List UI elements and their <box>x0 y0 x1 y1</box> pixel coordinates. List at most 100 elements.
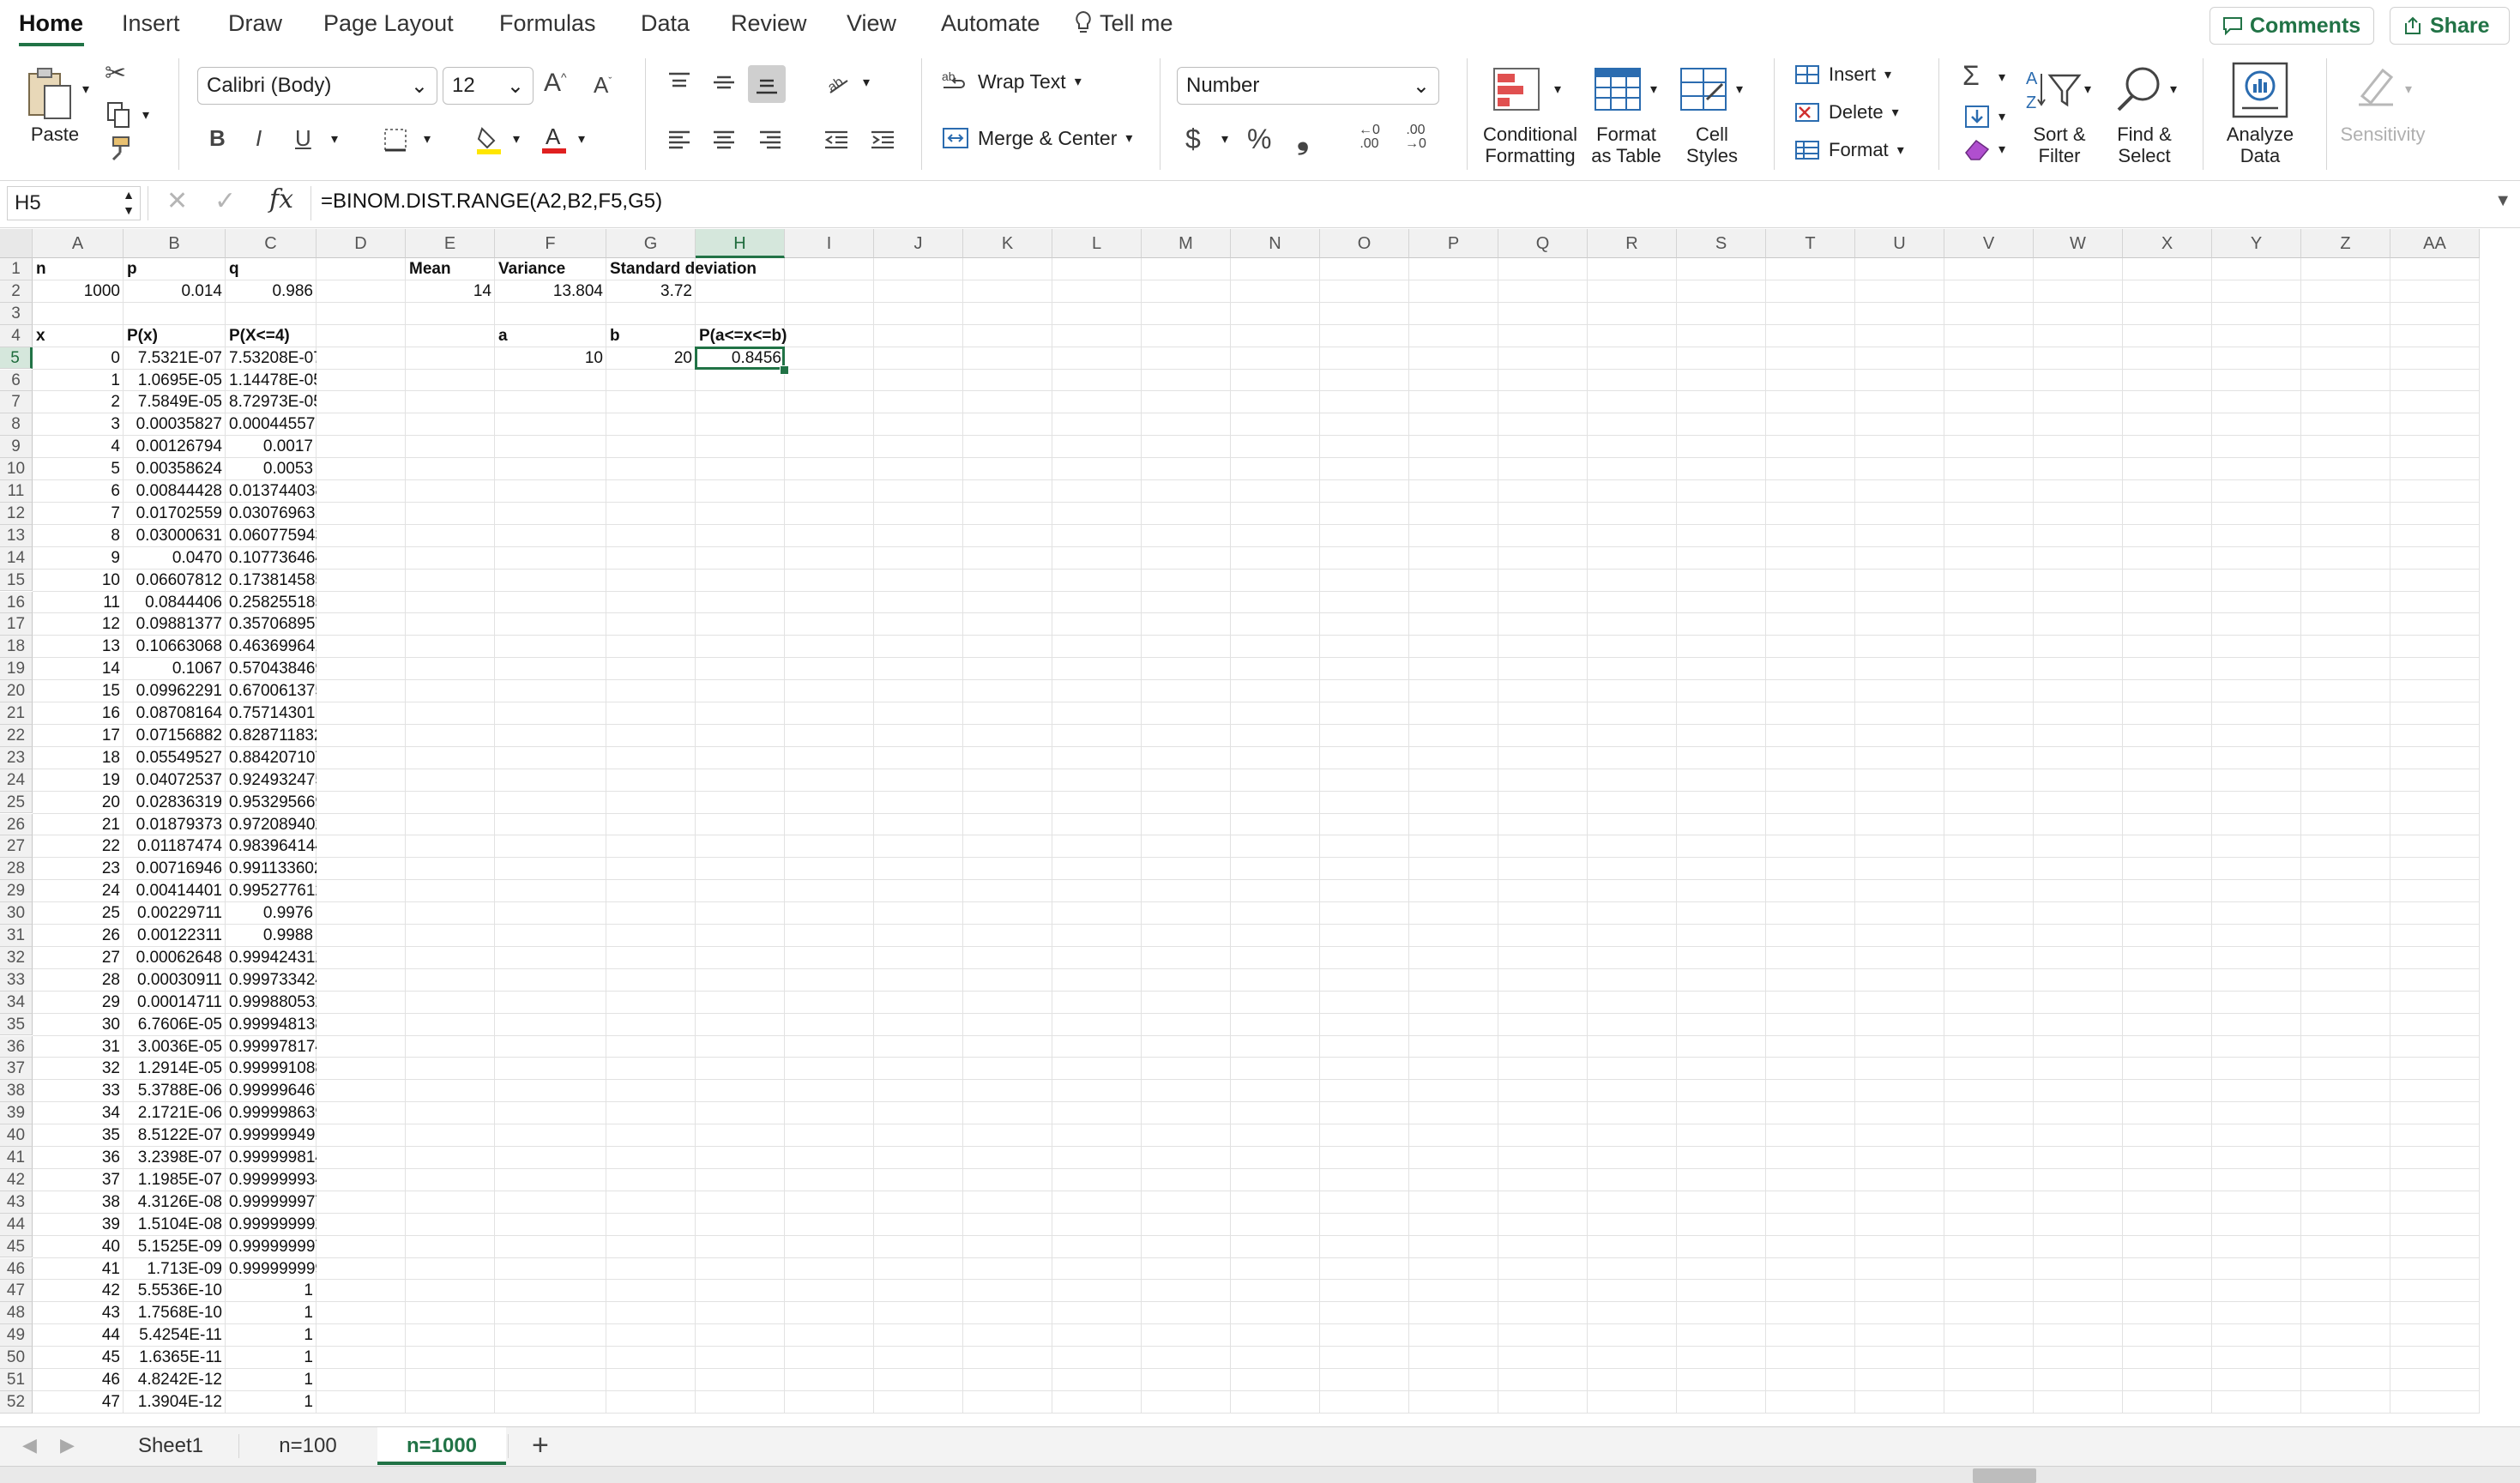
cell-b45[interactable]: 5.1525E-09 <box>124 1236 226 1258</box>
column-header-x[interactable]: X <box>2123 229 2212 258</box>
cell-b19[interactable]: 0.1067 <box>124 658 226 680</box>
cell-a32[interactable]: 27 <box>33 947 124 969</box>
cell-b23[interactable]: 0.05549527 <box>124 747 226 769</box>
cell-a43[interactable]: 38 <box>33 1191 124 1214</box>
row-header-42[interactable]: 42 <box>0 1168 33 1191</box>
decrease-font-size-icon[interactable]: Aˇ <box>594 72 612 99</box>
column-header-n[interactable]: N <box>1231 229 1320 258</box>
cell-a29[interactable]: 24 <box>33 880 124 902</box>
percent-icon[interactable]: % <box>1247 124 1271 155</box>
cell-a14[interactable]: 9 <box>33 547 124 570</box>
cell-c37[interactable]: 0.999991088 <box>226 1058 317 1080</box>
sheet-tab-n100[interactable]: n=100 <box>240 1427 376 1465</box>
increase-font-size-icon[interactable]: A^ <box>544 69 567 98</box>
cell-c25[interactable]: 0.953295669 <box>226 792 317 814</box>
cell-a23[interactable]: 18 <box>33 747 124 769</box>
add-sheet-button[interactable]: + <box>532 1429 549 1462</box>
cell-g5[interactable]: 20 <box>606 347 696 370</box>
cell-a1[interactable]: n <box>33 258 124 280</box>
cell-b5[interactable]: 7.5321E-07 <box>124 347 226 370</box>
cell-a44[interactable]: 39 <box>33 1214 124 1236</box>
cell-b13[interactable]: 0.03000631 <box>124 525 226 547</box>
cell-a41[interactable]: 36 <box>33 1147 124 1169</box>
currency-chevron-icon[interactable]: ▾ <box>1221 130 1228 148</box>
paste-icon[interactable] <box>24 65 75 122</box>
cell-c43[interactable]: 0.999999977 <box>226 1191 317 1214</box>
cell-c31[interactable]: 0.9988 <box>226 925 317 947</box>
spreadsheet-grid[interactable]: A B C D E F G H I J K L M N O P Q R S T U V W X Y Z AA 1 2 3 4 5 6 7 8 9 10… <box>0 229 2520 1426</box>
sort-filter-icon[interactable]: AZ <box>2024 65 2086 113</box>
sheet-tab-sheet1[interactable]: Sheet1 <box>103 1427 238 1465</box>
cell-b51[interactable]: 4.8242E-12 <box>124 1369 226 1391</box>
borders-icon[interactable] <box>383 127 408 153</box>
column-header-t[interactable]: T <box>1766 229 1855 258</box>
cell-c48[interactable]: 1 <box>226 1302 317 1324</box>
cell-a18[interactable]: 13 <box>33 636 124 658</box>
align-middle-icon[interactable] <box>712 70 736 94</box>
row-header-37[interactable]: 37 <box>0 1058 33 1081</box>
cell-c15[interactable]: 0.173814585 <box>226 570 317 592</box>
tab-automate[interactable]: Automate <box>941 10 1040 37</box>
column-header-y[interactable]: Y <box>2212 229 2301 258</box>
expand-formula-bar-icon[interactable]: ▼ <box>2494 191 2511 211</box>
cell-b46[interactable]: 1.713E-09 <box>124 1258 226 1281</box>
autosum-icon[interactable]: Σ <box>1962 60 1980 92</box>
cell-e2[interactable]: 14 <box>406 280 495 303</box>
cell-c28[interactable]: 0.991133602 <box>226 858 317 880</box>
row-header-26[interactable]: 26 <box>0 813 33 836</box>
cell-c19[interactable]: 0.570438469 <box>226 658 317 680</box>
orientation-icon[interactable]: ab <box>825 69 853 96</box>
cell-a39[interactable]: 34 <box>33 1102 124 1124</box>
row-header-45[interactable]: 45 <box>0 1235 33 1258</box>
clear-chevron-icon[interactable]: ▾ <box>1999 141 2005 158</box>
cell-a6[interactable]: 1 <box>33 370 124 392</box>
cell-a9[interactable]: 4 <box>33 436 124 458</box>
bold-icon[interactable]: B <box>209 125 226 152</box>
cell-c36[interactable]: 0.999978174 <box>226 1036 317 1058</box>
cell-b36[interactable]: 3.0036E-05 <box>124 1036 226 1058</box>
cell-a51[interactable]: 46 <box>33 1369 124 1391</box>
tab-view[interactable]: View <box>847 10 896 37</box>
number-format-select[interactable]: Number ⌄ <box>1177 67 1439 105</box>
font-color-chevron-icon[interactable]: ▾ <box>578 130 585 148</box>
chevron-down-icon[interactable]: ▾ <box>82 81 89 98</box>
column-header-i[interactable]: I <box>785 229 874 258</box>
row-header-51[interactable]: 51 <box>0 1369 33 1391</box>
cell-b43[interactable]: 4.3126E-08 <box>124 1191 226 1214</box>
clear-eraser-icon[interactable] <box>1962 137 1992 161</box>
formula-input[interactable]: =BINOM.DIST.RANGE(A2,B2,F5,G5) <box>321 190 662 214</box>
cell-b15[interactable]: 0.06607812 <box>124 570 226 592</box>
cell-c38[interactable]: 0.999996467 <box>226 1080 317 1102</box>
cell-b8[interactable]: 0.00035827 <box>124 413 226 436</box>
column-header-e[interactable]: E <box>406 229 495 258</box>
column-header-c[interactable]: C <box>226 229 317 258</box>
cell-b4[interactable]: P(x) <box>124 325 226 347</box>
name-box[interactable]: H5 ▲ ▼ <box>7 186 141 220</box>
borders-chevron-icon[interactable]: ▾ <box>424 130 431 148</box>
cell-a34[interactable]: 29 <box>33 992 124 1014</box>
orientation-chevron-icon[interactable]: ▾ <box>863 74 870 91</box>
column-header-j[interactable]: J <box>874 229 963 258</box>
scroll-right-icon[interactable]: ▶ <box>60 1434 75 1456</box>
cell-a2[interactable]: 1000 <box>33 280 124 303</box>
underline-chevron-icon[interactable]: ▾ <box>331 130 338 148</box>
column-header-l[interactable]: L <box>1052 229 1142 258</box>
column-header-a[interactable]: A <box>33 229 124 258</box>
row-header-44[interactable]: 44 <box>0 1213 33 1236</box>
cell-b10[interactable]: 0.00358624 <box>124 458 226 480</box>
cell-b16[interactable]: 0.0844406 <box>124 592 226 614</box>
cell-b33[interactable]: 0.00030911 <box>124 969 226 992</box>
fill-color-icon[interactable] <box>475 125 503 154</box>
cell-c12[interactable]: 0.030769631 <box>226 503 317 525</box>
cell-c51[interactable]: 1 <box>226 1369 317 1391</box>
cell-a48[interactable]: 43 <box>33 1302 124 1324</box>
cell-c6[interactable]: 1.14478E-05 <box>226 370 317 392</box>
format-as-table-icon[interactable] <box>1594 67 1642 112</box>
cell-c4[interactable]: P(X<=4) <box>226 325 317 347</box>
wrap-text-button[interactable]: ab Wrap Text ▾ <box>942 69 1082 94</box>
cell-b18[interactable]: 0.10663068 <box>124 636 226 658</box>
row-header-16[interactable]: 16 <box>0 591 33 614</box>
row-header-6[interactable]: 6 <box>0 369 33 392</box>
cell-b37[interactable]: 1.2914E-05 <box>124 1058 226 1080</box>
currency-icon[interactable]: $ <box>1185 124 1201 155</box>
